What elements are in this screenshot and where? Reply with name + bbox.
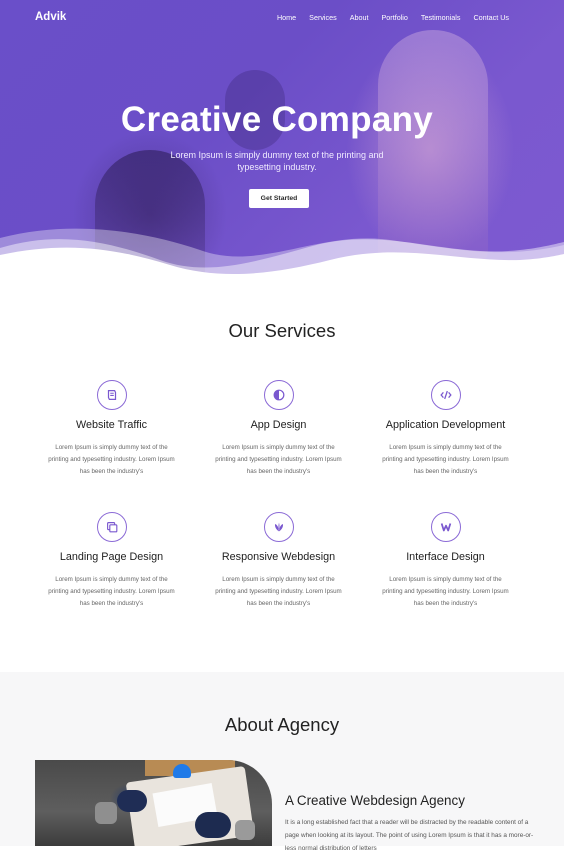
service-icon-wrap <box>430 380 461 410</box>
service-icon-wrap <box>96 512 127 542</box>
code-icon <box>439 390 452 400</box>
service-icon-wrap <box>263 512 294 542</box>
top-navigation: Advik Home Services About Portfolio Test… <box>0 0 564 36</box>
agency-photo <box>35 760 272 846</box>
service-description: Lorem Ipsum is simply dummy text of the … <box>48 576 175 607</box>
agency-text: It is a long established fact that a rea… <box>285 819 534 852</box>
nav-item-home[interactable]: Home <box>277 13 296 22</box>
service-description: Lorem Ipsum is simply dummy text of the … <box>215 576 342 607</box>
book-icon <box>107 390 116 400</box>
service-description: Lorem Ipsum is simply dummy text of the … <box>215 444 342 475</box>
hero-section: Advik Home Services About Portfolio Test… <box>0 0 564 285</box>
copy-icon <box>106 522 117 533</box>
about-section: About Agency A Creative Webdesign Agency… <box>0 672 564 852</box>
w-icon <box>440 523 451 532</box>
nav-item-testimonials[interactable]: Testimonials <box>421 13 461 22</box>
services-title: Our Services <box>228 320 336 341</box>
service-card: App Design Lorem Ipsum is simply dummy t… <box>195 380 362 478</box>
hero-subtitle: Lorem Ipsum is simply dummy text of the … <box>170 150 384 172</box>
service-card: Responsive Webdesign Lorem Ipsum is simp… <box>195 512 362 610</box>
service-name: Application Development <box>385 419 506 431</box>
service-card: Application Development Lorem Ipsum is s… <box>362 380 529 478</box>
service-icon-wrap <box>263 380 294 410</box>
service-icon-wrap <box>96 380 127 410</box>
service-description: Lorem Ipsum is simply dummy text of the … <box>48 444 175 475</box>
service-card: Landing Page Design Lorem Ipsum is simpl… <box>28 512 195 610</box>
service-name: Landing Page Design <box>59 551 164 563</box>
nav-item-portfolio[interactable]: Portfolio <box>382 13 408 22</box>
hero-wave-divider <box>0 228 564 285</box>
service-name: Website Traffic <box>75 419 147 431</box>
nav-item-services[interactable]: Services <box>309 13 337 22</box>
service-name: App Design <box>250 419 307 431</box>
nav-menu: Home Services About Portfolio Testimonia… <box>277 13 509 22</box>
nav-item-contact[interactable]: Contact Us <box>473 13 509 22</box>
service-description: Lorem Ipsum is simply dummy text of the … <box>382 576 509 607</box>
get-started-button[interactable]: Get Started <box>249 189 309 208</box>
service-description: Lorem Ipsum is simply dummy text of the … <box>382 444 509 475</box>
hero-title: Creative Company <box>120 100 434 139</box>
leaf-icon <box>274 522 283 532</box>
about-title: About Agency <box>224 714 340 735</box>
nav-item-about[interactable]: About <box>350 13 369 22</box>
service-card: Interface Design Lorem Ipsum is simply d… <box>362 512 529 610</box>
service-card: Website Traffic Lorem Ipsum is simply du… <box>28 380 195 478</box>
brand-logo[interactable]: Advik <box>35 11 66 23</box>
half-circle-icon <box>273 389 284 401</box>
service-name: Interface Design <box>406 551 485 563</box>
agency-heading: A Creative Webdesign Agency <box>285 793 465 808</box>
service-name: Responsive Webdesign <box>221 551 336 563</box>
service-icon-wrap <box>430 512 461 542</box>
